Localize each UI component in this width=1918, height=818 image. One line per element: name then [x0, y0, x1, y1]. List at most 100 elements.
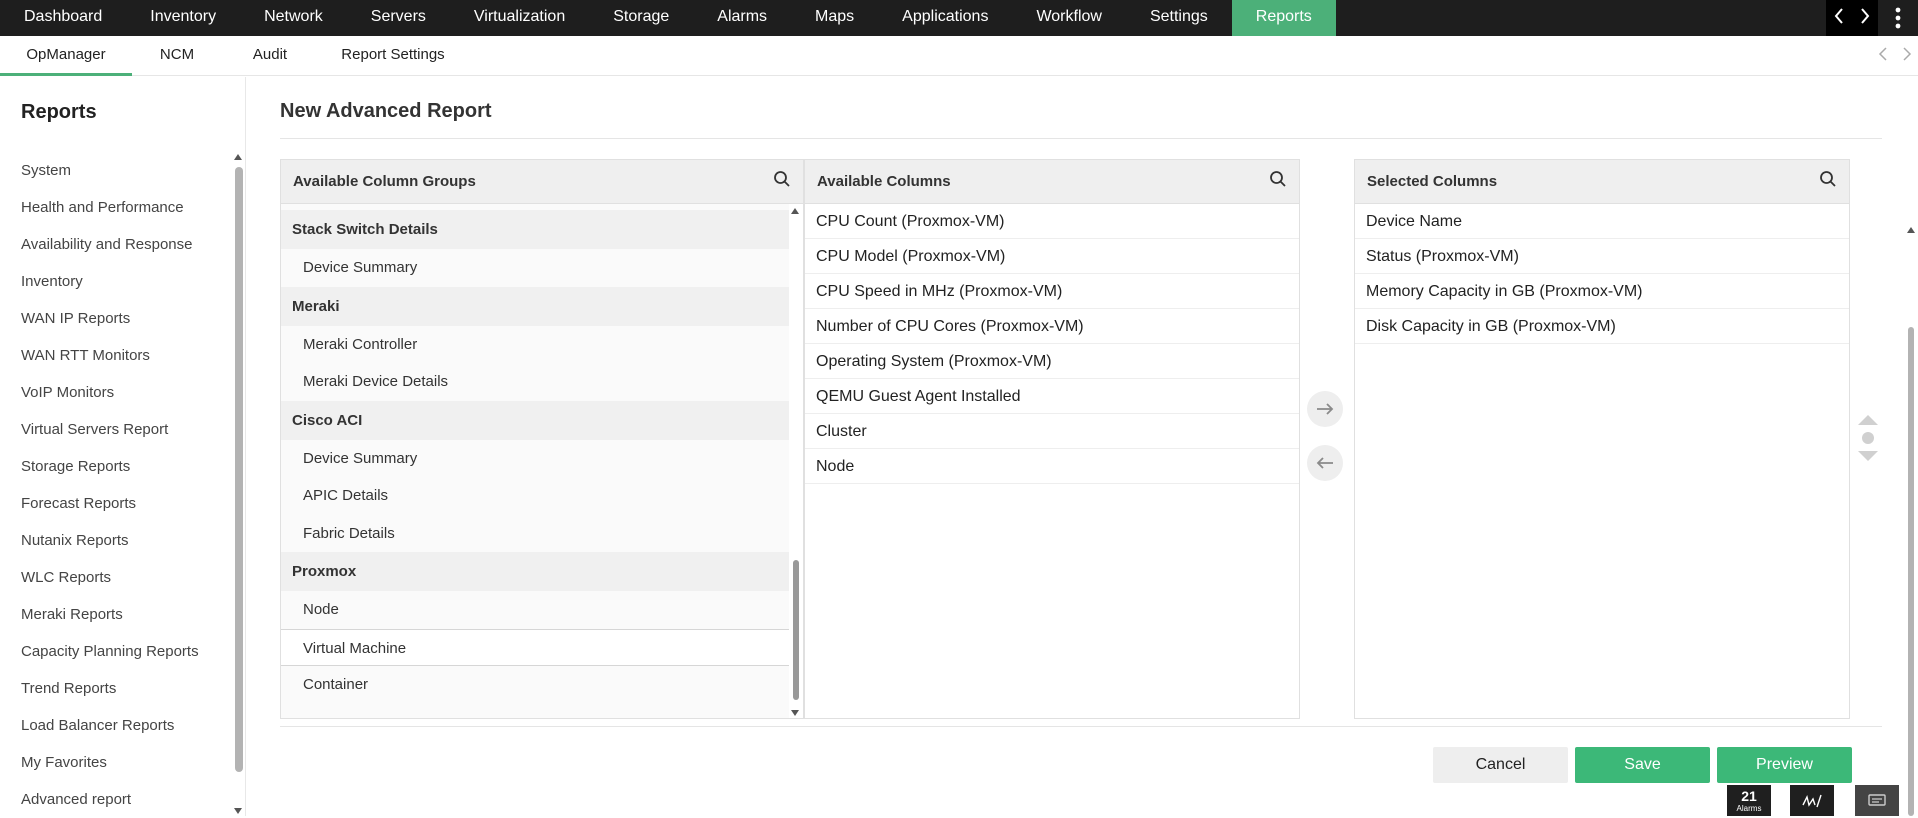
- sidebar-item-capacity-planning-reports[interactable]: Capacity Planning Reports: [21, 633, 199, 670]
- sidebar-item-system[interactable]: System: [21, 152, 199, 189]
- nav-maps[interactable]: Maps: [791, 0, 878, 36]
- group-item-device-summary[interactable]: Device Summary: [281, 249, 789, 287]
- tab-opmanager[interactable]: OpManager: [0, 36, 132, 76]
- group-item-device-summary[interactable]: Device Summary: [281, 439, 789, 477]
- group-header-proxmox: Proxmox: [281, 552, 789, 591]
- nav-reports[interactable]: Reports: [1231, 0, 1336, 36]
- subnav-arrows: [1878, 46, 1912, 67]
- groups-panel-title: Available Column Groups: [293, 173, 476, 190]
- chevron-right-icon[interactable]: [1859, 7, 1871, 30]
- sidebar-item-wlc-reports[interactable]: WLC Reports: [21, 559, 199, 596]
- group-item-fabric-details[interactable]: Fabric Details: [281, 514, 789, 552]
- nav-storage[interactable]: Storage: [589, 0, 693, 36]
- tab-ncm[interactable]: NCM: [132, 36, 222, 76]
- sidebar-item-meraki-reports[interactable]: Meraki Reports: [21, 596, 199, 633]
- nav-alarms[interactable]: Alarms: [693, 0, 791, 36]
- remove-column-button[interactable]: [1307, 445, 1343, 481]
- scroll-down-icon[interactable]: [791, 710, 799, 716]
- search-icon[interactable]: [773, 170, 791, 193]
- sidebar-item-my-favorites[interactable]: My Favorites: [21, 744, 199, 781]
- list-item[interactable]: QEMU Guest Agent Installed: [805, 379, 1299, 414]
- add-column-button[interactable]: [1307, 391, 1343, 427]
- nav-network[interactable]: Network: [240, 0, 347, 36]
- nav-dashboard[interactable]: Dashboard: [0, 0, 126, 36]
- chat-icon: [1868, 793, 1886, 806]
- groups-scrollbar[interactable]: [789, 204, 803, 718]
- chevron-right-icon[interactable]: [1902, 46, 1912, 67]
- sidebar-item-wan-rtt-monitors[interactable]: WAN RTT Monitors: [21, 337, 199, 374]
- tab-report-settings[interactable]: Report Settings: [318, 36, 468, 76]
- group-item-apic-details[interactable]: APIC Details: [281, 477, 789, 515]
- group-item-meraki-device-details[interactable]: Meraki Device Details: [281, 363, 789, 401]
- sidebar-item-forecast-reports[interactable]: Forecast Reports: [21, 485, 199, 522]
- nav-applications[interactable]: Applications: [878, 0, 1012, 36]
- available-column-groups-panel: Available Column Groups Stack Switch Det…: [280, 159, 804, 719]
- list-item[interactable]: Disk Capacity in GB (Proxmox-VM): [1355, 309, 1849, 344]
- sidebar-item-trend-reports[interactable]: Trend Reports: [21, 670, 199, 707]
- main-scroll-thumb[interactable]: [1908, 327, 1914, 816]
- sidebar-item-nutanix-reports[interactable]: Nutanix Reports: [21, 522, 199, 559]
- move-up-icon[interactable]: [1858, 415, 1878, 425]
- cancel-button[interactable]: Cancel: [1433, 747, 1568, 783]
- search-icon[interactable]: [1269, 170, 1287, 193]
- preview-button[interactable]: Preview: [1717, 747, 1852, 783]
- available-columns-header: Available Columns: [805, 160, 1299, 204]
- main-content: New Advanced Report Available Column Gro…: [246, 77, 1918, 816]
- scroll-up-icon[interactable]: [791, 208, 799, 214]
- more-options-icon[interactable]: [1878, 0, 1918, 36]
- list-item[interactable]: Node: [805, 449, 1299, 484]
- group-item-node[interactable]: Node: [281, 591, 789, 629]
- chevron-left-icon[interactable]: [1833, 7, 1845, 30]
- list-item[interactable]: CPU Model (Proxmox-VM): [805, 239, 1299, 274]
- sidebar-item-availability-and-response[interactable]: Availability and Response: [21, 226, 199, 263]
- nav-virtualization[interactable]: Virtualization: [450, 0, 589, 36]
- chat-dock-button[interactable]: [1855, 785, 1899, 816]
- list-item[interactable]: Memory Capacity in GB (Proxmox-VM): [1355, 274, 1849, 309]
- signature-icon: [1802, 794, 1822, 807]
- arrow-right-icon: [1317, 403, 1334, 415]
- reports-sidebar: Reports System Health and Performance Av…: [0, 77, 246, 816]
- search-icon[interactable]: [1819, 170, 1837, 193]
- arrow-left-icon: [1316, 457, 1333, 469]
- save-button[interactable]: Save: [1575, 747, 1710, 783]
- sidebar-item-voip-monitors[interactable]: VoIP Monitors: [21, 374, 199, 411]
- group-item-meraki-controller[interactable]: Meraki Controller: [281, 325, 789, 363]
- sidebar-scroll-thumb[interactable]: [235, 167, 243, 772]
- sidebar-item-storage-reports[interactable]: Storage Reports: [21, 448, 199, 485]
- tab-audit[interactable]: Audit: [222, 36, 318, 76]
- nav-workflow[interactable]: Workflow: [1012, 0, 1126, 36]
- list-item[interactable]: CPU Count (Proxmox-VM): [805, 204, 1299, 239]
- sidebar-item-health-and-performance[interactable]: Health and Performance: [21, 189, 199, 226]
- list-item[interactable]: Cluster: [805, 414, 1299, 449]
- sidebar-item-advanced-report[interactable]: Advanced report: [21, 781, 199, 818]
- list-item[interactable]: Status (Proxmox-VM): [1355, 239, 1849, 274]
- groups-panel-header: Available Column Groups: [281, 160, 803, 204]
- sidebar-item-inventory[interactable]: Inventory: [21, 263, 199, 300]
- group-item-virtual-machine[interactable]: Virtual Machine: [281, 628, 789, 666]
- nav-inventory[interactable]: Inventory: [126, 0, 240, 36]
- selected-columns-title: Selected Columns: [1367, 173, 1498, 190]
- available-columns-title: Available Columns: [817, 173, 951, 190]
- list-item[interactable]: Device Name: [1355, 204, 1849, 239]
- chevron-left-icon[interactable]: [1878, 46, 1888, 67]
- alarms-badge[interactable]: 21 Alarms: [1727, 785, 1771, 816]
- list-item[interactable]: Number of CPU Cores (Proxmox-VM): [805, 309, 1299, 344]
- move-down-icon[interactable]: [1858, 451, 1878, 461]
- group-header-stack-switch-details: Stack Switch Details: [281, 210, 789, 249]
- main-scrollbar[interactable]: [1906, 147, 1916, 816]
- list-item[interactable]: Operating System (Proxmox-VM): [805, 344, 1299, 379]
- reorder-handle-icon: [1862, 432, 1874, 444]
- sidebar-item-virtual-servers-report[interactable]: Virtual Servers Report: [21, 411, 199, 448]
- nav-settings[interactable]: Settings: [1126, 0, 1232, 36]
- sidebar-item-load-balancer-reports[interactable]: Load Balancer Reports: [21, 707, 199, 744]
- status-dock-button[interactable]: [1790, 785, 1834, 816]
- nav-servers[interactable]: Servers: [347, 0, 450, 36]
- sub-navigation: OpManager NCM Audit Report Settings: [0, 36, 1918, 76]
- sidebar-title: Reports: [21, 101, 97, 123]
- sidebar-item-wan-ip-reports[interactable]: WAN IP Reports: [21, 300, 199, 337]
- group-item-container[interactable]: Container: [281, 666, 789, 704]
- page-title: New Advanced Report: [280, 100, 492, 122]
- reorder-control: [1858, 413, 1878, 463]
- groups-scroll-thumb[interactable]: [793, 560, 799, 700]
- list-item[interactable]: CPU Speed in MHz (Proxmox-VM): [805, 274, 1299, 309]
